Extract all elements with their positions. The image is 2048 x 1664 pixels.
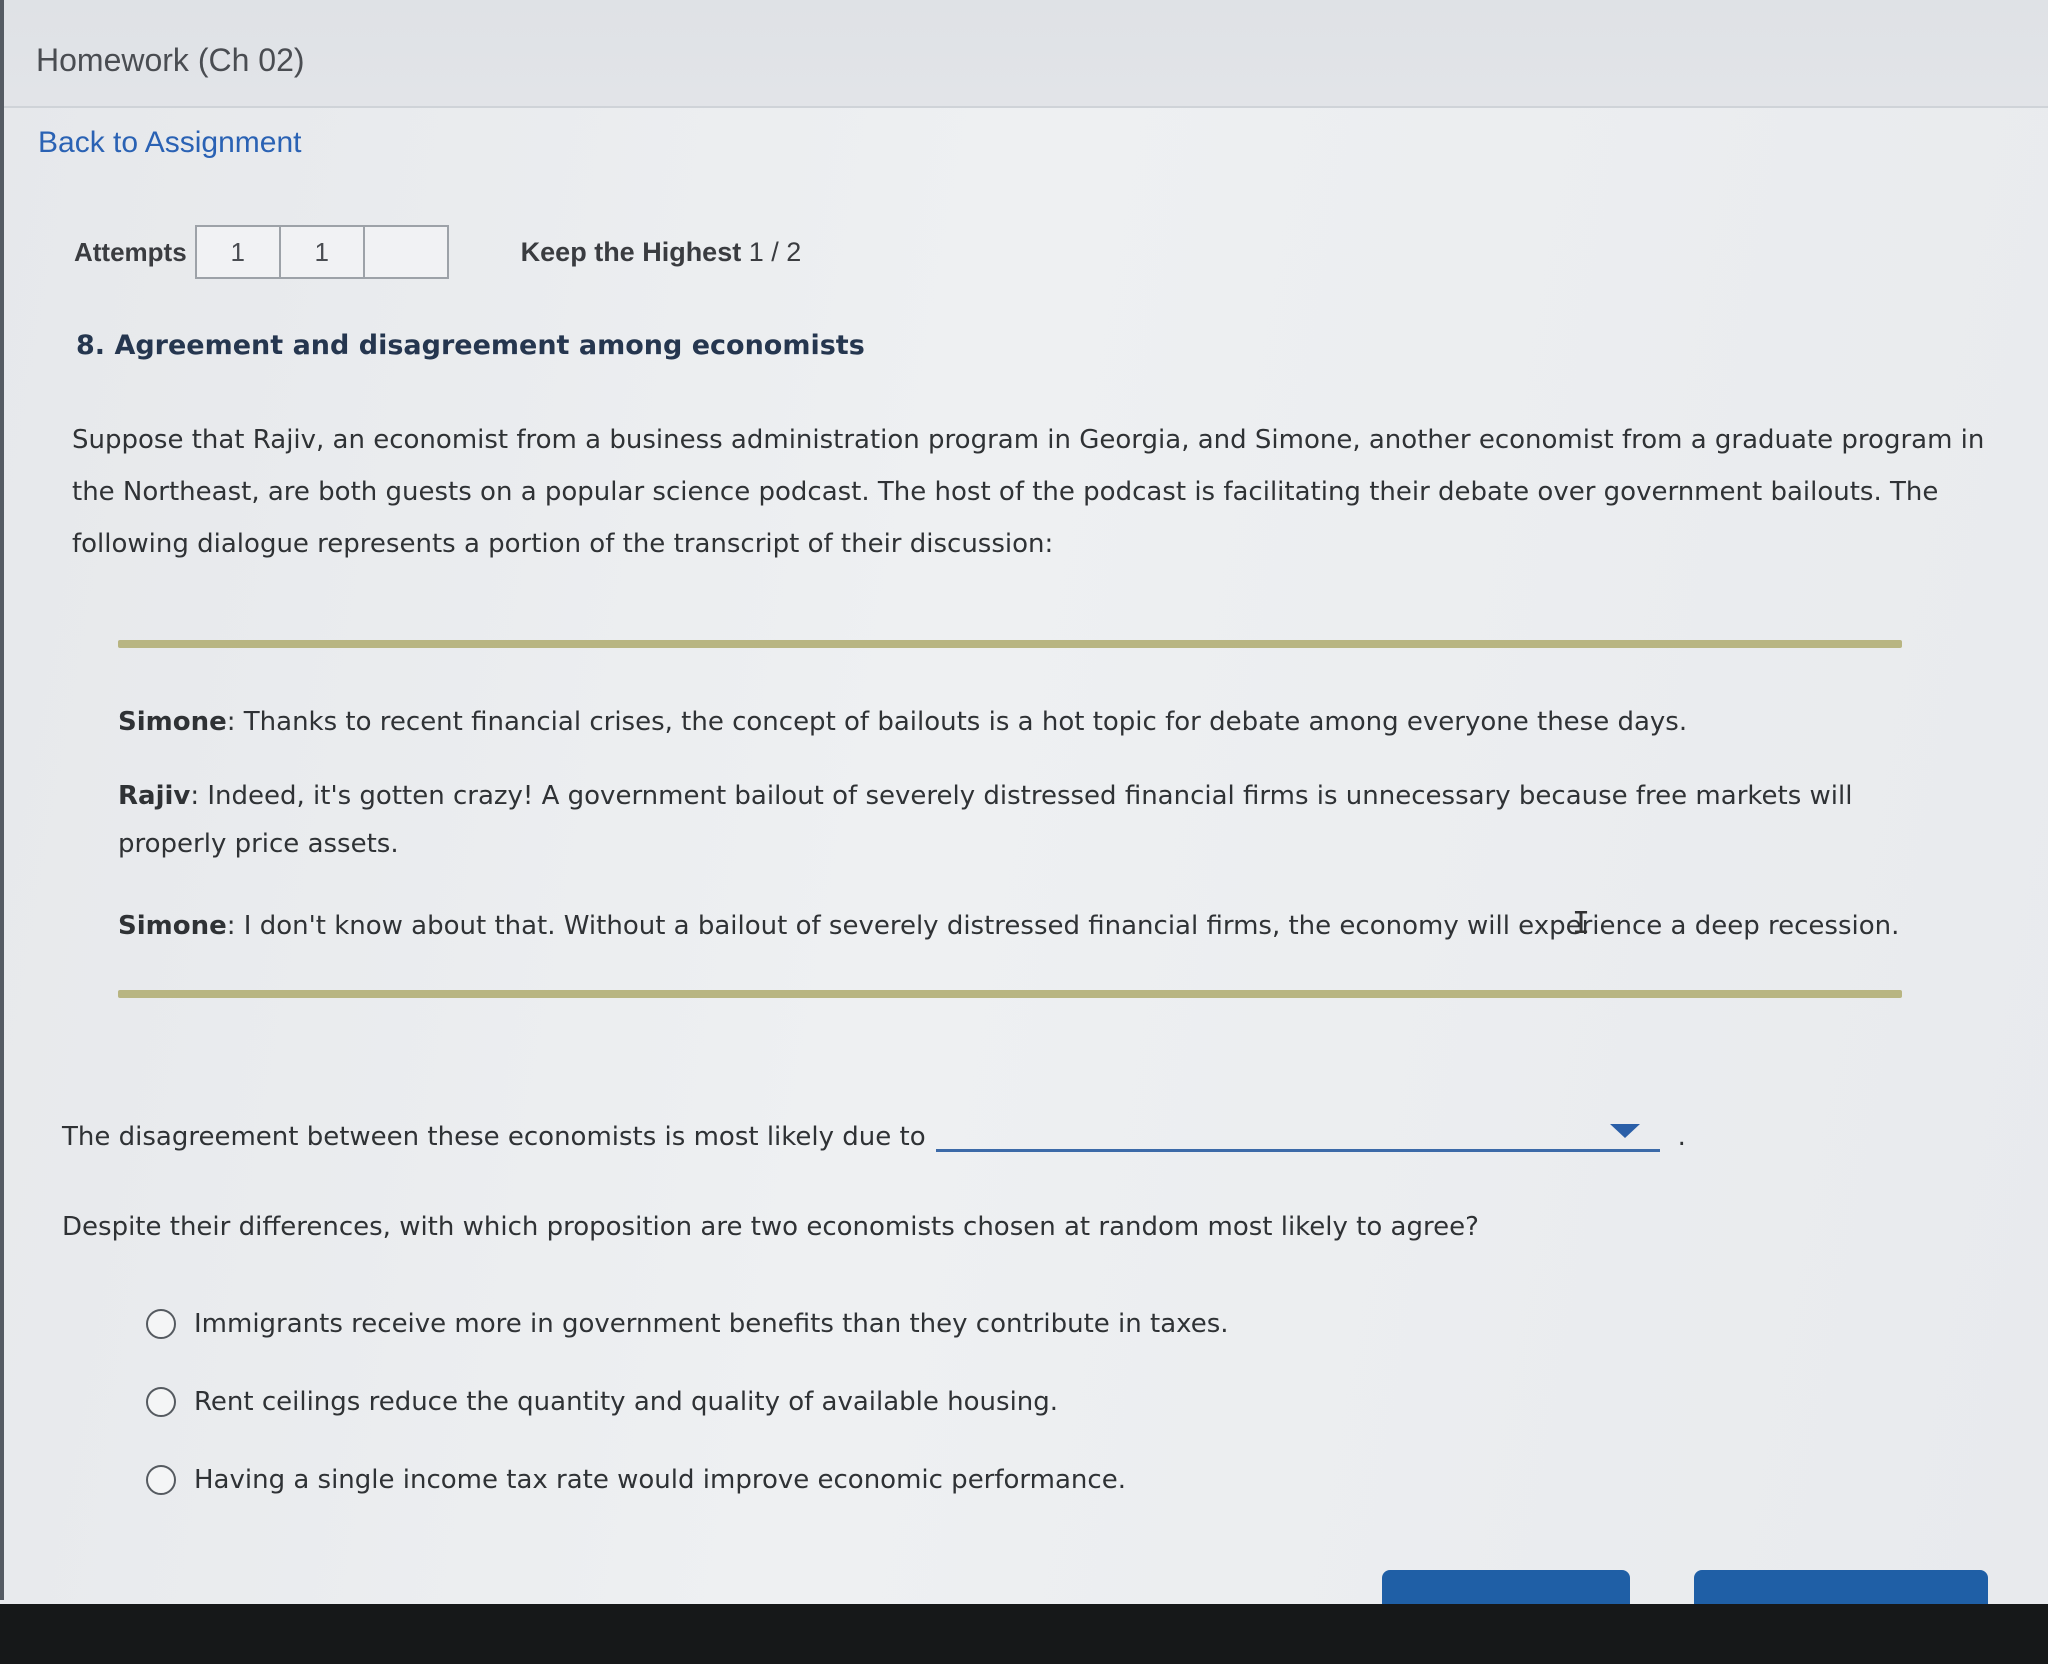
answer-option-label[interactable]: Having a single income tax rate would im… [194,1465,1126,1495]
dropdown-prompt: The disagreement between these economist… [62,1122,926,1152]
screen-bezel-bottom [0,1604,2048,1664]
window-edge [0,0,4,1600]
answer-option-3[interactable]: Having a single income tax rate would im… [146,1460,1126,1500]
dialogue-line: Simone: Thanks to recent financial crise… [118,698,1918,746]
dialogue-text: : Thanks to recent financial crises, the… [226,707,1688,737]
answer-dropdown[interactable] [935,1112,1660,1152]
answer-option-1[interactable]: Immigrants receive more in government be… [146,1304,1229,1344]
radio-unselected-icon[interactable] [146,1309,176,1339]
dialogue-top-divider [118,640,1902,648]
caret-down-icon[interactable] [1609,1124,1640,1138]
attempt-box-1: 1 [194,225,281,279]
dropdown-question: The disagreement between these economist… [62,1108,1686,1152]
keep-highest-label: Keep the Highest [520,236,742,267]
dialogue-bottom-divider [118,990,1902,998]
speaker-name: Simone [118,911,227,941]
answer-option-label[interactable]: Immigrants receive more in government be… [194,1309,1229,1339]
top-bar [0,0,2048,108]
dialogue-line: Simone: I don't know about that. Without… [118,902,1918,950]
dialogue-text: : Indeed, it's gotten crazy! A governmen… [118,781,1853,859]
attempt-box-2: 1 [278,225,365,279]
attempt-box-3 [362,225,449,279]
keep-highest: Keep the Highest 1 / 2 [521,237,802,268]
question-title: 8. Agreement and disagreement among econ… [76,330,865,361]
dialogue-text: : I don't know about that. Without a bai… [226,911,1900,941]
dropdown-suffix: . [1677,1122,1686,1152]
question-intro: Suppose that Rajiv, an economist from a … [72,425,1985,559]
attempts-row: Attempts 1 1 Keep the Highest 1 / 2 [74,224,801,280]
answer-option-2[interactable]: Rent ceilings reduce the quantity and qu… [146,1382,1058,1422]
radio-unselected-icon[interactable] [146,1387,176,1417]
dialogue-line: Rajiv: Indeed, it's gotten crazy! A gove… [118,772,1918,868]
speaker-name: Rajiv [118,781,191,811]
radio-unselected-icon[interactable] [146,1465,176,1495]
attempts-label: Attempts [74,236,187,267]
multiple-choice-prompt: Despite their differences, with which pr… [62,1212,1479,1242]
back-to-assignment-link[interactable]: Back to Assignment [38,126,301,160]
page-title: Homework (Ch 02) [36,42,305,78]
answer-option-label[interactable]: Rent ceilings reduce the quantity and qu… [194,1387,1058,1417]
homework-screen: Homework (Ch 02) Back to Assignment Atte… [0,0,2048,1664]
text-cursor-icon: I [1572,906,1591,941]
speaker-name: Simone [118,707,227,737]
keep-highest-score: 1 / 2 [748,236,802,267]
